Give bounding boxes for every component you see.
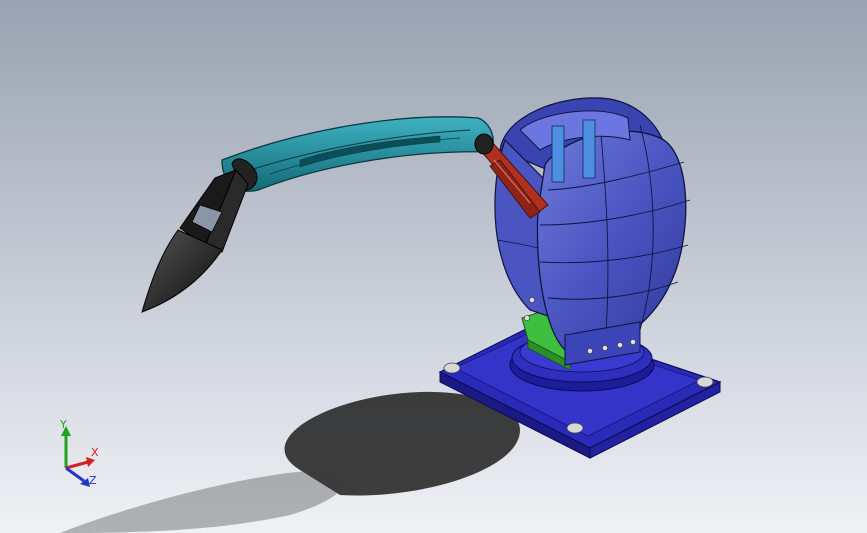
- cad-scene[interactable]: Y X Z: [0, 0, 867, 533]
- 3d-viewport[interactable]: Y X Z: [0, 0, 867, 533]
- triad-x-label: X: [91, 446, 99, 459]
- triad-y-label: Y: [59, 418, 67, 431]
- triad-z-label: Z: [89, 474, 97, 487]
